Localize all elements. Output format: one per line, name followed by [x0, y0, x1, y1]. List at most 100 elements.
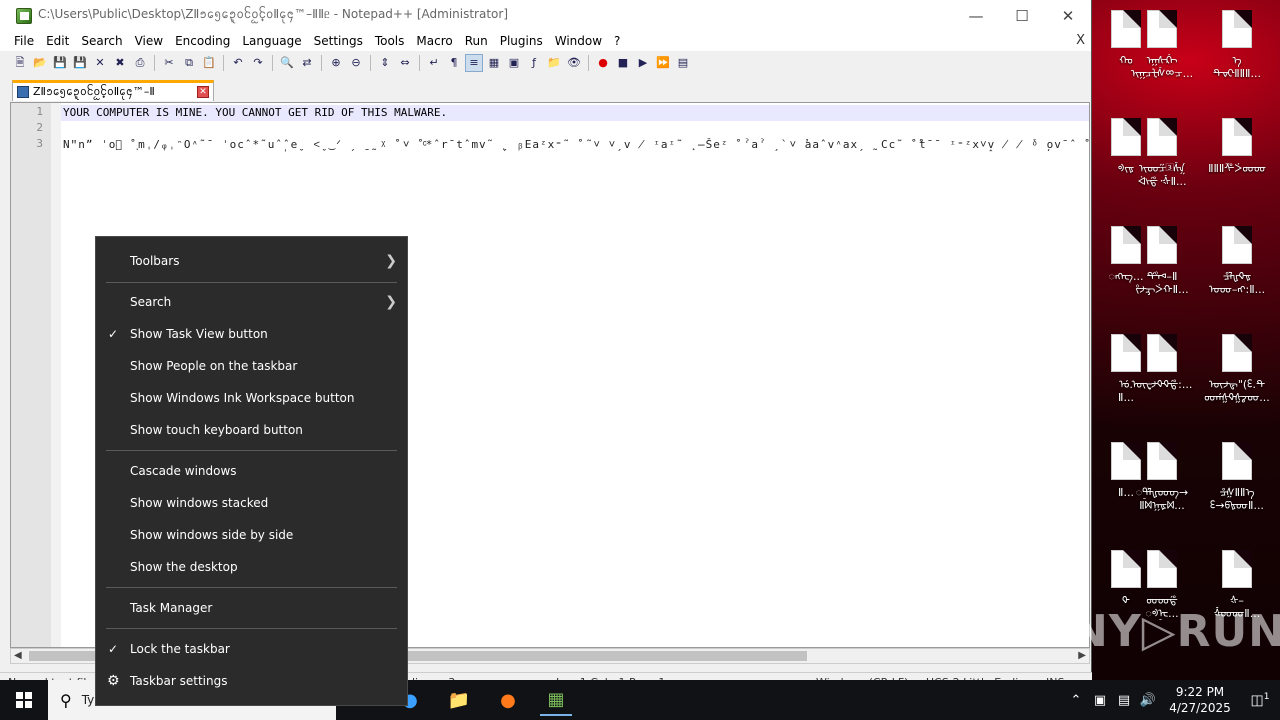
tab-close-icon[interactable]: ✕ — [197, 86, 209, 98]
menu-item-label: Show touch keyboard button — [130, 423, 303, 437]
sync-horizontal-icon[interactable]: ⇔ — [397, 55, 413, 71]
close-file-icon[interactable]: ✕ — [92, 55, 108, 71]
record-macro-icon[interactable]: ● — [595, 55, 611, 71]
code-line-3[interactable]: Nʺnˮ ˈoᷡ ̊ ͅmˌ/ᵩˌᵔOᶺ˜ˉ ˈocˆ*˜uˆ̩ˆeˬ ˂ˬ‿ᐟ… — [61, 137, 1089, 153]
run-macro-multiple-icon[interactable]: ⏩ — [655, 55, 671, 71]
anyrun-watermark: ANY▷RUN — [1036, 606, 1280, 657]
doc-map-icon[interactable]: ▣ — [506, 55, 522, 71]
menu-plugins[interactable]: Plugins — [494, 34, 549, 48]
checkmark-icon: ✓ — [108, 642, 119, 656]
menu-item-task-manager[interactable]: Task Manager — [96, 596, 407, 620]
file-explorer-icon[interactable]: 📁 — [443, 684, 475, 716]
word-wrap-icon[interactable]: ↵ — [426, 55, 442, 71]
code-line-2[interactable] — [61, 121, 1089, 137]
code-line-1[interactable]: YOUR COMPUTER IS MINE. YOU CANNOT GET RI… — [61, 105, 1089, 121]
menu-search[interactable]: Search — [75, 34, 128, 48]
new-file-icon[interactable]: 🗎 — [12, 55, 28, 71]
firefox-icon[interactable]: ● — [492, 684, 524, 716]
menu-encoding[interactable]: Encoding — [169, 34, 236, 48]
menu-item-task-view[interactable]: ✓ Show Task View button — [96, 322, 407, 346]
desktop-file-icon[interactable]: ᡡᢣᢎ"(ᢄ.ᡨ ᡂᡤᢢᡐᢢᡒᡂ... — [1199, 334, 1275, 404]
menu-view[interactable]: View — [129, 34, 169, 48]
desktop-file-icon[interactable]: ᡱᡀᡐᡑ ᡉᢅᡂ–ᡊ:Ⅱ... — [1199, 226, 1275, 296]
menu-item-touch-keyboard[interactable]: Show touch keyboard button — [96, 418, 407, 442]
close-all-icon[interactable]: ✖ — [112, 55, 128, 71]
notification-center-icon[interactable]: ◫1 — [1240, 692, 1280, 709]
desktop-file-icon[interactable]: ᢡᡝᢦ–Ⅱ ᡲᢣᢋᢴᡣⅡ... — [1124, 226, 1200, 296]
title-bar[interactable]: C:\Users\Public\Desktop\ZⅡ᪁ᩮ᪅ᩮ᪃ᩩ᪀ᩰ᪀ᩬ᩠ᩰ᪀Ⅱ… — [0, 0, 1091, 31]
monitoring-icon[interactable]: 👁 — [566, 55, 582, 71]
scroll-left-icon[interactable]: ◀ — [14, 649, 22, 663]
desktop-file-icon[interactable]: ᡡᢏᢣᡐᡐᢡ:... — [1124, 334, 1200, 391]
toolbar-separator — [321, 55, 322, 71]
zoom-in-icon[interactable]: ⊕ — [328, 55, 344, 71]
menu-window[interactable]: Window — [549, 34, 608, 48]
menu-item-cascade[interactable]: Cascade windows — [96, 459, 407, 483]
menu-run[interactable]: Run — [459, 34, 494, 48]
stop-macro-icon[interactable]: ■ — [615, 55, 631, 71]
save-macro-icon[interactable]: ▤ — [675, 55, 691, 71]
menu-item-people[interactable]: Show People on the taskbar — [96, 354, 407, 378]
play-macro-icon[interactable]: ▶ — [635, 55, 651, 71]
menu-item-ink-workspace[interactable]: Show Windows Ink Workspace button — [96, 386, 407, 410]
folder-workspace-icon[interactable]: 📁 — [546, 55, 562, 71]
meet-now-icon[interactable]: ▣ — [1088, 693, 1112, 708]
file-icon — [1222, 226, 1252, 264]
close-button[interactable]: ✕ — [1045, 0, 1091, 31]
menu-item-stacked[interactable]: Show windows stacked — [96, 491, 407, 515]
desktop-file-icon[interactable]: ⅡⅡⅡᢝᢴᡂᡂ — [1199, 118, 1275, 175]
desktop-file-icon[interactable]: ᡝ ᡨ᠊ᢦᢗ᠊ⅡⅡⅡ... — [1199, 10, 1275, 80]
open-file-icon[interactable]: 📂 — [32, 55, 48, 71]
menu-tools[interactable]: Tools — [369, 34, 411, 48]
desktop-file-icon[interactable]: ᢆᡩᢩᡀᡂᡋ→ Ⅱᢂᡍᢘᢂ... — [1124, 442, 1200, 512]
menu-file[interactable]: File — [8, 34, 40, 48]
sync-vertical-icon[interactable]: ⇕ — [377, 55, 393, 71]
zoom-out-icon[interactable]: ⊖ — [348, 55, 364, 71]
find-icon[interactable]: 🔍 — [279, 55, 295, 71]
indent-guide-icon[interactable]: ≡ — [465, 54, 483, 72]
redo-icon[interactable]: ↷ — [250, 55, 266, 71]
desktop-file-icon[interactable]: ᠨ᠋ᡍᠰ᠊ᡬ ᡳᡍᠴᡶᢥᢁᠴ... — [1124, 10, 1200, 80]
undo-icon[interactable]: ↶ — [230, 55, 246, 71]
print-icon[interactable]: ⎙ — [132, 55, 148, 71]
menu-item-side-by-side[interactable]: Show windows side by side — [96, 523, 407, 547]
show-all-chars-icon[interactable]: ¶ — [446, 55, 462, 71]
menu-help[interactable]: ? — [608, 34, 626, 48]
file-icon — [1147, 442, 1177, 480]
paste-icon[interactable]: 📋 — [201, 55, 217, 71]
save-all-icon[interactable]: 💾 — [72, 55, 88, 71]
notepadpp-taskbar-icon[interactable]: ▦ — [540, 684, 572, 716]
clock[interactable]: 9:22 PM 4/27/2025 — [1160, 684, 1240, 716]
network-icon[interactable]: ▤ — [1112, 693, 1136, 708]
menu-macro[interactable]: Macro — [410, 34, 458, 48]
cut-icon[interactable]: ✂ — [161, 55, 177, 71]
clock-date: 4/27/2025 — [1169, 701, 1231, 715]
file-icon — [1222, 118, 1252, 156]
function-list-icon[interactable]: ƒ — [526, 55, 542, 71]
toolbar-separator — [370, 55, 371, 71]
chevron-up-icon[interactable]: ⌃ — [1064, 693, 1088, 708]
notepadpp-app-icon[interactable] — [16, 7, 32, 24]
menu-edit[interactable]: Edit — [40, 34, 75, 48]
start-button[interactable] — [0, 680, 48, 720]
copy-icon[interactable]: ⧉ — [181, 55, 197, 71]
menu-item-lock-taskbar[interactable]: ✓ Lock the taskbar — [96, 637, 407, 661]
menu-item-toolbars[interactable]: Toolbars ❯ — [96, 249, 407, 273]
menu-item-taskbar-settings[interactable]: ⚙ Taskbar settings — [96, 669, 407, 693]
tab-document[interactable]: ZⅡ᪁ᩮ᪅ᩮ᪃ᩩ᪀ᩰ᪀ᩬ᩠ᩰ᪀Ⅱᩮᩩ᪄™–Ⅱ ✕ — [12, 80, 214, 101]
replace-icon[interactable]: ⇄ — [299, 55, 315, 71]
desktop-file-icon[interactable]: ᡱᢢⅡⅡᡝ ᢄ→ᡦᡑᡂⅡ... — [1199, 442, 1275, 512]
save-icon[interactable]: 💾 — [52, 55, 68, 71]
menu-language[interactable]: Language — [236, 34, 307, 48]
volume-icon[interactable]: 🔊 — [1136, 693, 1160, 708]
menu-settings[interactable]: Settings — [308, 34, 369, 48]
menu-item-label: Show windows stacked — [130, 496, 269, 510]
gear-icon: ⚙ — [107, 673, 120, 689]
maximize-button[interactable]: ☐ — [999, 0, 1045, 31]
udl-icon[interactable]: ▦ — [486, 55, 502, 71]
menu-item-show-desktop[interactable]: Show the desktop — [96, 555, 407, 579]
menu-item-search[interactable]: Search ❯ — [96, 290, 407, 314]
minimize-button[interactable]: — — [953, 0, 999, 31]
close-document-icon[interactable]: X — [1076, 33, 1085, 48]
desktop-file-icon[interactable]: ᢈᡂᡸ᠍ᢥᡣ ᢱᢣᢡ᠂ᢤⅡ... — [1124, 118, 1200, 188]
